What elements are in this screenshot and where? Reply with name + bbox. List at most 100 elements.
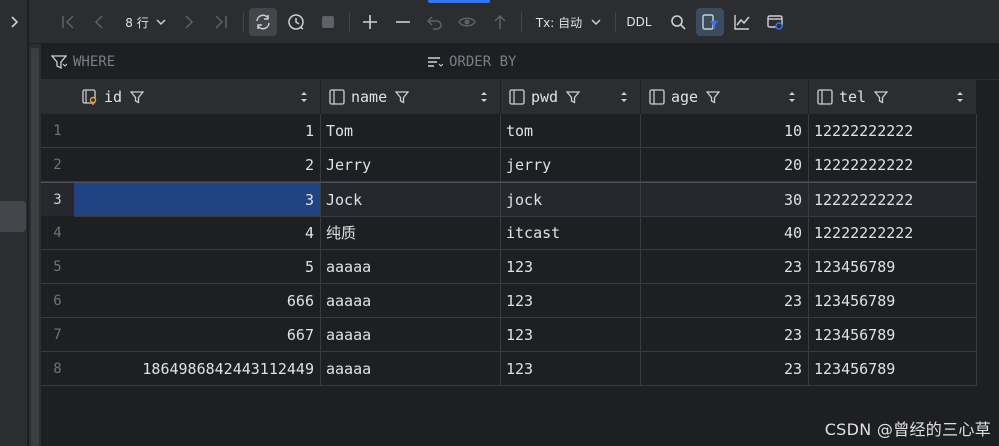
cell-name[interactable]: aaaaa: [321, 318, 501, 352]
column-header-id[interactable]: id: [74, 80, 321, 114]
column-filter-icon[interactable]: [566, 90, 581, 104]
cell-age[interactable]: 10: [641, 114, 809, 148]
cell-age[interactable]: 23: [641, 318, 809, 352]
sort-icon[interactable]: [956, 90, 964, 104]
cell-pwd[interactable]: jerry: [501, 148, 641, 182]
cell-id[interactable]: 666: [74, 284, 321, 318]
order-by-filter[interactable]: ORDER BY: [427, 44, 516, 80]
cell-tel[interactable]: 12222222222: [809, 114, 977, 148]
add-row-icon[interactable]: [357, 8, 383, 36]
cell-age[interactable]: 20: [641, 148, 809, 182]
cell-tel[interactable]: 123456789: [809, 318, 977, 352]
table-row[interactable]: 5 5 aaaaa 123 23 123456789: [41, 250, 977, 284]
data-grid: id name pwd age tel 1 1 Tom tom 10 1222222222…: [41, 80, 999, 446]
sort-icon[interactable]: [788, 90, 796, 104]
column-header-tel[interactable]: tel: [809, 80, 977, 114]
cell-id[interactable]: 4: [74, 216, 321, 250]
chart-icon[interactable]: [729, 8, 755, 36]
revert-icon[interactable]: [422, 8, 448, 36]
previous-page-icon[interactable]: [87, 8, 111, 36]
column-filter-icon[interactable]: [130, 90, 145, 104]
column-filter-icon[interactable]: [395, 90, 410, 104]
column-header-age[interactable]: age: [641, 80, 809, 114]
sort-icon[interactable]: [300, 90, 308, 104]
cell-age[interactable]: 30: [641, 183, 809, 217]
column-filter-icon[interactable]: [874, 90, 889, 104]
row-number[interactable]: 7: [41, 318, 74, 352]
transaction-mode-dropdown[interactable]: Tx: 自动: [529, 8, 609, 36]
cell-pwd[interactable]: 123: [501, 284, 641, 318]
cell-age[interactable]: 40: [641, 216, 809, 250]
row-number[interactable]: 2: [41, 148, 74, 182]
table-row[interactable]: 3 3 Jock jock 30 12222222222: [41, 182, 977, 217]
cell-name[interactable]: aaaaa: [321, 250, 501, 284]
row-number[interactable]: 4: [41, 216, 74, 250]
column-header-pwd[interactable]: pwd: [501, 80, 641, 114]
reload-icon[interactable]: [249, 8, 277, 36]
cell-tel[interactable]: 123456789: [809, 352, 977, 386]
column-filter-icon[interactable]: [706, 90, 721, 104]
cell-name[interactable]: Jock: [321, 183, 501, 217]
ddl-button[interactable]: DDL: [621, 8, 657, 36]
submit-icon[interactable]: [487, 8, 513, 36]
preview-changes-icon[interactable]: [454, 8, 480, 36]
table-row[interactable]: 8 1864986842443112449 aaaaa 123 23 123456789: [41, 352, 977, 386]
cell-tel[interactable]: 12222222222: [809, 216, 977, 250]
row-number[interactable]: 6: [41, 284, 74, 318]
table-row[interactable]: 1 1 Tom tom 10 12222222222: [41, 114, 977, 148]
table-row[interactable]: 7 667 aaaaa 123 23 123456789: [41, 318, 977, 352]
cell-id[interactable]: 2: [74, 148, 321, 182]
table-row[interactable]: 4 4 纯质 itcast 40 12222222222: [41, 216, 977, 250]
cell-id[interactable]: 1864986842443112449: [74, 352, 321, 386]
cell-name[interactable]: aaaaa: [321, 284, 501, 318]
row-number[interactable]: 5: [41, 250, 74, 284]
row-number-header[interactable]: [41, 80, 74, 114]
table-row[interactable]: 6 666 aaaaa 123 23 123456789: [41, 284, 977, 318]
cell-tel[interactable]: 123456789: [809, 284, 977, 318]
cell-pwd[interactable]: 123: [501, 318, 641, 352]
cell-tel[interactable]: 12222222222: [809, 148, 977, 182]
column-name: age: [671, 88, 699, 106]
chevron-right-icon[interactable]: [0, 0, 28, 44]
cell-id[interactable]: 3: [74, 183, 321, 217]
last-page-icon[interactable]: [209, 8, 233, 36]
delete-row-icon[interactable]: [390, 8, 416, 36]
where-filter[interactable]: WHERE: [51, 44, 115, 80]
cell-pwd[interactable]: jock: [501, 183, 641, 217]
cell-age[interactable]: 23: [641, 284, 809, 318]
cell-name[interactable]: aaaaa: [321, 352, 501, 386]
cell-pwd[interactable]: 123: [501, 352, 641, 386]
page-size-dropdown[interactable]: 8 行: [117, 8, 175, 36]
cell-id[interactable]: 1: [74, 114, 321, 148]
next-page-icon[interactable]: [177, 8, 201, 36]
search-icon[interactable]: [665, 8, 691, 36]
cell-age[interactable]: 23: [641, 352, 809, 386]
first-page-icon[interactable]: [56, 8, 80, 36]
cell-name[interactable]: 纯质: [321, 216, 501, 250]
cell-age[interactable]: 23: [641, 250, 809, 284]
cell-pwd[interactable]: tom: [501, 114, 641, 148]
cell-pwd[interactable]: itcast: [501, 216, 641, 250]
stop-icon[interactable]: [315, 8, 341, 36]
cell-id[interactable]: 667: [74, 318, 321, 352]
ddl-label: DDL: [626, 15, 652, 29]
cell-name[interactable]: Tom: [321, 114, 501, 148]
cell-tel[interactable]: 123456789: [809, 250, 977, 284]
refresh-history-icon[interactable]: [283, 8, 309, 36]
filter-panel-toggle-icon[interactable]: [696, 8, 724, 36]
cell-id[interactable]: 5: [74, 250, 321, 284]
row-number[interactable]: 8: [41, 352, 74, 386]
row-number[interactable]: 3: [41, 183, 74, 217]
cell-pwd[interactable]: 123: [501, 250, 641, 284]
table-row[interactable]: 2 2 Jerry jerry 20 12222222222: [41, 148, 977, 182]
active-tool-tab[interactable]: [0, 201, 26, 232]
scrollbar-thumb[interactable]: [31, 48, 39, 446]
column-header-name[interactable]: name: [321, 80, 501, 114]
sort-icon[interactable]: [620, 90, 628, 104]
view-settings-icon[interactable]: [762, 8, 788, 36]
sort-icon[interactable]: [480, 90, 488, 104]
cell-tel[interactable]: 12222222222: [809, 183, 977, 217]
cell-name[interactable]: Jerry: [321, 148, 501, 182]
row-number[interactable]: 1: [41, 114, 74, 148]
vertical-scrollbar[interactable]: [29, 44, 41, 446]
